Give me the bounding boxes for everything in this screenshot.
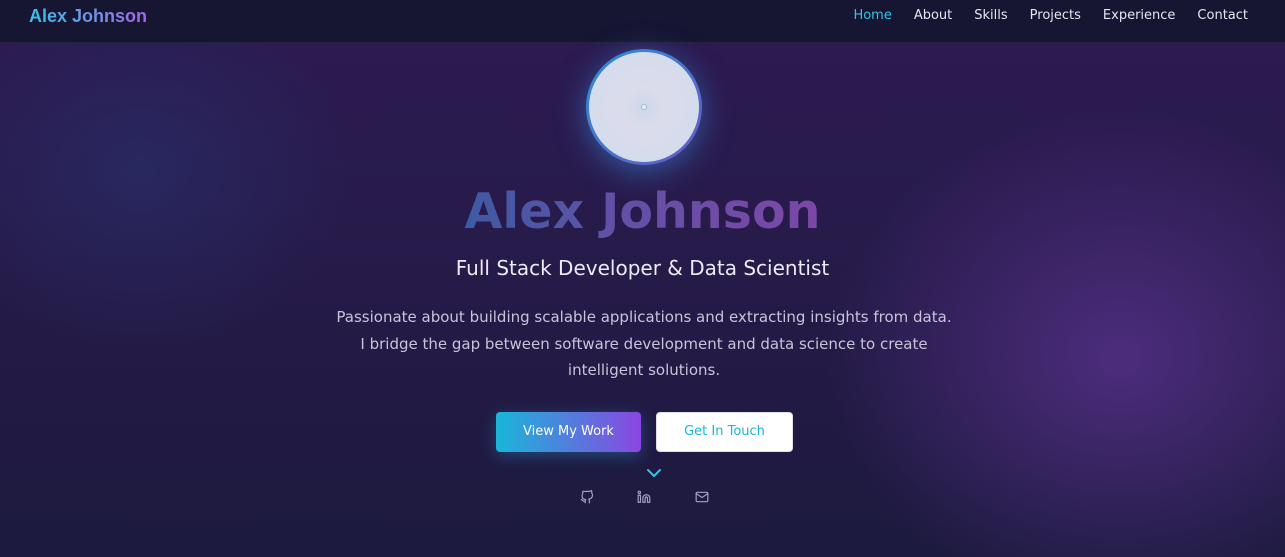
navbar: Alex Johnson Home About Skills Projects … [0, 0, 1285, 43]
linkedin-icon[interactable] [637, 490, 653, 506]
nav-link-projects[interactable]: Projects [1030, 7, 1081, 25]
hero-role: Full Stack Developer & Data Scientist [455, 256, 830, 280]
view-my-work-button[interactable]: View My Work [496, 412, 641, 452]
github-icon[interactable] [580, 490, 596, 506]
nav-link-home[interactable]: Home [853, 7, 891, 25]
nav-link-skills[interactable]: Skills [974, 7, 1007, 25]
nav-links: Home About Skills Projects Experience Co… [853, 7, 1248, 25]
mail-icon[interactable] [695, 490, 711, 506]
nav-link-experience[interactable]: Experience [1103, 7, 1176, 25]
chevron-down-icon[interactable] [646, 464, 662, 477]
hero-name: Alex Johnson [0, 183, 1285, 241]
portfolio-page: Alex Johnson Home About Skills Projects … [0, 0, 1285, 557]
hero-name-text: Alex Johnson [464, 183, 821, 240]
brand-logo[interactable]: Alex Johnson [29, 5, 147, 27]
nav-link-contact[interactable]: Contact [1197, 7, 1248, 25]
get-in-touch-button[interactable]: Get In Touch [656, 412, 793, 452]
nav-link-about[interactable]: About [914, 7, 952, 25]
avatar-image [589, 52, 699, 162]
avatar-placeholder-dot [641, 104, 647, 110]
hero-description: Passionate about building scalable appli… [336, 308, 952, 379]
avatar [586, 49, 702, 165]
